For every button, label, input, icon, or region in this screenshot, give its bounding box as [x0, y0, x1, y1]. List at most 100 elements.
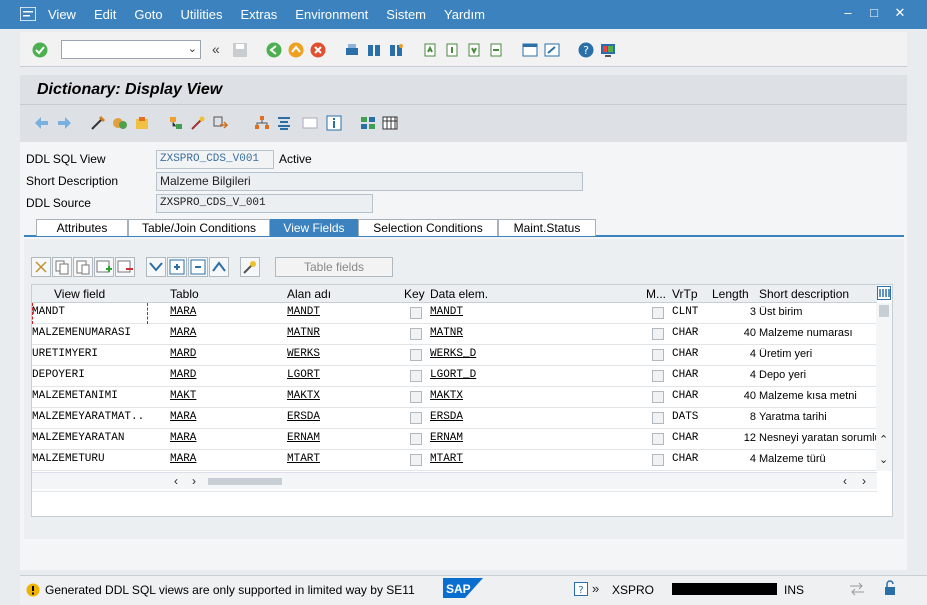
m-checkbox[interactable] [652, 454, 664, 466]
where-used-icon[interactable] [134, 115, 150, 131]
m-checkbox[interactable] [652, 328, 664, 340]
table-row[interactable]: MALZEMEYARATAN MARA ERNAM ERNAM CHAR 12 Nesney… [32, 429, 877, 450]
cell-table[interactable]: MARD [170, 348, 280, 360]
column-settings-icon[interactable] [877, 286, 891, 300]
tab-maint-status[interactable]: Maint.Status [498, 219, 596, 236]
cut-button[interactable] [31, 257, 51, 277]
expand-status-icon[interactable]: » [592, 581, 599, 596]
back-icon[interactable] [266, 42, 282, 58]
m-checkbox[interactable] [652, 307, 664, 319]
cell-table[interactable]: MARD [170, 369, 280, 381]
find-icon[interactable] [366, 42, 382, 58]
tab-table-join-conditions[interactable]: Table/Join Conditions [128, 219, 270, 236]
ddl-sql-view-field[interactable]: ZXSPRO_CDS_V001 [156, 150, 274, 169]
menu-goto[interactable]: Goto [134, 7, 162, 22]
lock-icon[interactable] [882, 580, 898, 596]
menu-help[interactable]: Yardım [444, 7, 485, 22]
cell-data-elem[interactable]: ERNAM [430, 432, 640, 444]
input-mode[interactable]: INS [784, 583, 804, 597]
tab-view-fields[interactable]: View Fields [270, 219, 358, 236]
table-fields-button[interactable]: Table fields [275, 257, 393, 277]
scroll-left-icon[interactable]: ‹ [174, 474, 178, 488]
cell-table[interactable]: MARA [170, 411, 280, 423]
layout-icon[interactable] [302, 115, 318, 131]
cell-field[interactable]: ERSDA [287, 411, 397, 423]
command-field[interactable]: ⌄ [61, 40, 201, 59]
key-checkbox[interactable] [410, 391, 422, 403]
horizontal-scrollbar[interactable]: ‹ › ‹ › [32, 472, 877, 489]
minimize-icon[interactable]: – [841, 6, 855, 20]
hscroll-thumb[interactable] [208, 478, 282, 485]
menu-view[interactable]: View [48, 7, 76, 22]
col-field-name[interactable]: Alan adı [287, 287, 397, 301]
menu-utilities[interactable]: Utilities [181, 7, 223, 22]
m-checkbox[interactable] [652, 412, 664, 424]
sap-menu-icon[interactable] [20, 7, 36, 21]
help-icon[interactable]: ? [578, 42, 594, 58]
cell-table[interactable]: MARA [170, 306, 280, 318]
cell-data-elem[interactable]: LGORT_D [430, 369, 640, 381]
scroll-down-icon[interactable]: ⌄ [879, 453, 888, 466]
col-vrtp[interactable]: VrTp [672, 287, 710, 301]
table-row[interactable]: MALZEMETANIMI MAKT MAKTX MAKTX CHAR 40 Malzeme… [32, 387, 877, 408]
info-icon[interactable] [326, 115, 342, 131]
paste-button[interactable] [73, 257, 93, 277]
m-checkbox[interactable] [652, 391, 664, 403]
cell-data-elem[interactable]: ERSDA [430, 411, 640, 423]
find-next-icon[interactable] [388, 42, 404, 58]
delete-row-button[interactable] [115, 257, 135, 277]
vertical-scrollbar[interactable]: ⌃ ⌄ [876, 303, 892, 471]
scroll-right-icon[interactable]: › [192, 474, 196, 488]
col-length[interactable]: Length [712, 287, 756, 301]
key-checkbox[interactable] [410, 454, 422, 466]
key-checkbox[interactable] [410, 307, 422, 319]
key-button[interactable] [240, 257, 260, 277]
table-row[interactable]: MALZEMENUMARASI MARA MATNR MATNR CHAR 40 Malze… [32, 324, 877, 345]
cell-table[interactable]: MARA [170, 453, 280, 465]
shortcut-icon[interactable] [544, 42, 560, 58]
close-icon[interactable]: ✕ [893, 6, 907, 20]
cell-data-elem[interactable]: MATNR [430, 327, 640, 339]
cell-table[interactable]: MAKT [170, 390, 280, 402]
cell-field[interactable]: WERKS [287, 348, 397, 360]
enter-check-icon[interactable] [32, 42, 48, 58]
col-short-description[interactable]: Short description [759, 287, 877, 301]
key-checkbox[interactable] [410, 370, 422, 382]
m-checkbox[interactable] [652, 349, 664, 361]
arrow-left-icon[interactable] [34, 115, 50, 131]
cell-field[interactable]: MATNR [287, 327, 397, 339]
activate-icon[interactable] [112, 115, 128, 131]
col-m[interactable]: M... [646, 287, 670, 301]
copy-button[interactable] [52, 257, 72, 277]
data-browser-icon[interactable] [360, 115, 376, 131]
last-page-icon[interactable] [488, 42, 504, 58]
tab-attributes[interactable]: Attributes [36, 219, 128, 236]
object-list-icon[interactable] [254, 115, 270, 131]
align-icon[interactable] [276, 115, 292, 131]
hierarchy-icon[interactable] [168, 115, 184, 131]
short-description-field[interactable]: Malzeme Bilgileri [156, 172, 583, 191]
print-icon[interactable] [344, 42, 360, 58]
select-all-button[interactable] [146, 257, 166, 277]
chevron-down-icon[interactable]: ⌄ [188, 42, 197, 55]
m-checkbox[interactable] [652, 370, 664, 382]
key-checkbox[interactable] [410, 349, 422, 361]
cell-data-elem[interactable]: WERKS_D [430, 348, 640, 360]
scroll-thumb[interactable] [879, 305, 889, 317]
new-session-icon[interactable] [522, 42, 538, 58]
next-page-icon[interactable] [466, 42, 482, 58]
m-checkbox[interactable] [652, 433, 664, 445]
maximize-icon[interactable]: □ [867, 6, 881, 20]
cell-data-elem[interactable]: MTART [430, 453, 640, 465]
insert-row-button[interactable] [94, 257, 114, 277]
menu-environment[interactable]: Environment [295, 7, 368, 22]
arrow-right-icon[interactable] [56, 115, 72, 131]
exit-icon[interactable] [288, 42, 304, 58]
help-status-icon[interactable]: ? [574, 582, 588, 596]
collapse-icon[interactable]: « [212, 41, 220, 57]
col-key[interactable]: Key [404, 287, 429, 301]
key-checkbox[interactable] [410, 412, 422, 424]
table-row[interactable]: MALZEMETURU MARA MTART MTART CHAR 4 Malzeme tü… [32, 450, 877, 471]
key-checkbox[interactable] [410, 433, 422, 445]
cell-field[interactable]: MTART [287, 453, 397, 465]
